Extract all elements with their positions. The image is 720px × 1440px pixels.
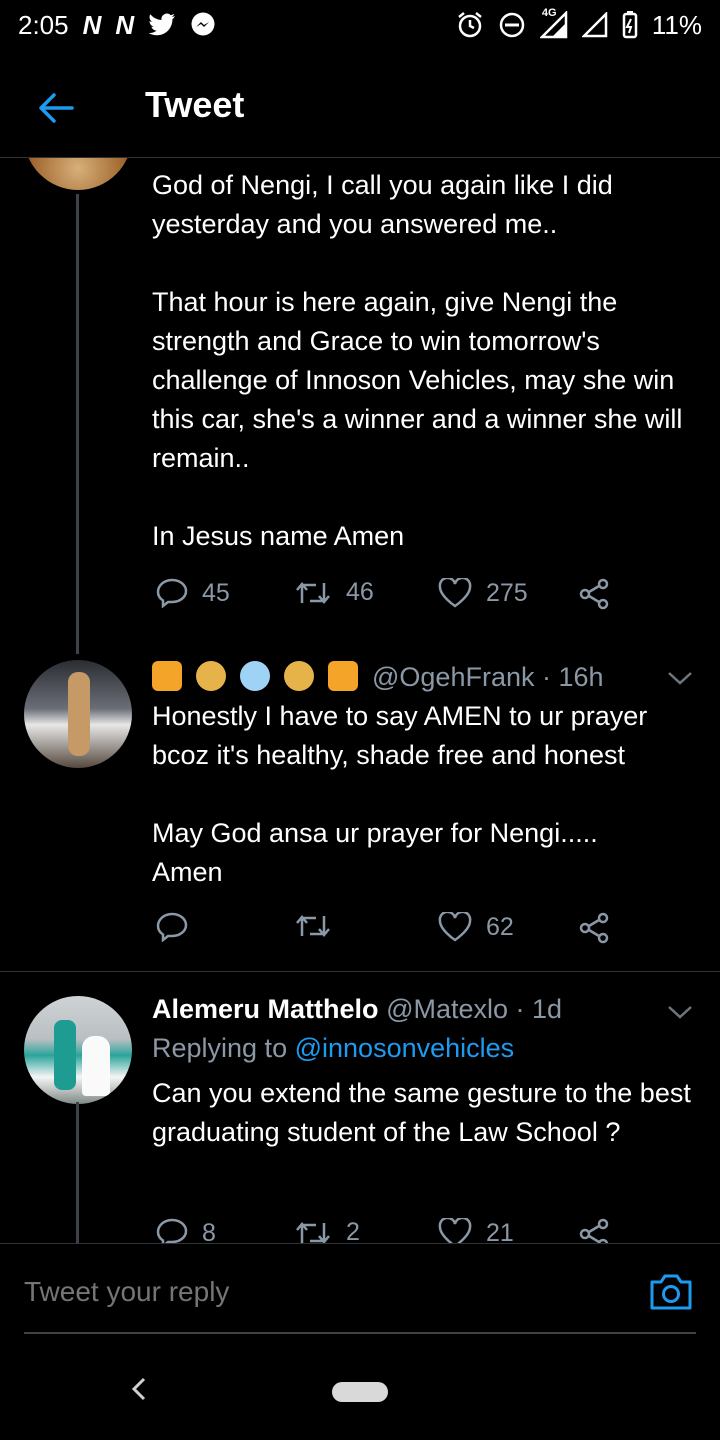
alarm-icon — [456, 11, 484, 39]
shield-emoji — [328, 661, 358, 691]
share-icon — [579, 1218, 609, 1243]
heart-icon — [438, 912, 472, 942]
tweet-meta: @OgehFrank · 16h — [152, 658, 697, 697]
share-icon — [579, 912, 609, 944]
back-button[interactable] — [34, 86, 78, 130]
like-button[interactable]: 275 — [438, 578, 528, 608]
tweet-meta: Alemeru Matthelo @Matexlo · 1d — [152, 994, 563, 1024]
tweet-thread[interactable]: God of Nengi, I call you again like I di… — [0, 158, 720, 1243]
snowflake-emoji — [240, 661, 270, 691]
thread-line — [76, 1102, 79, 1243]
reply-input[interactable] — [24, 1276, 584, 1308]
nav-back-icon[interactable] — [126, 1376, 152, 1402]
status-bar: 2:05 N N 4G 11% — [0, 0, 720, 50]
replying-to-label: Replying to — [152, 1033, 288, 1063]
like-count: 21 — [486, 1218, 514, 1244]
share-button[interactable] — [578, 912, 610, 944]
battery-icon — [622, 11, 638, 39]
share-icon — [579, 578, 609, 610]
money-bag-emoji — [196, 661, 226, 691]
arrow-left-icon — [39, 93, 74, 123]
home-pill-button[interactable] — [332, 1382, 388, 1402]
replying-to: Replying to @innosonvehicles — [152, 1029, 697, 1068]
thread-line — [76, 194, 79, 654]
messenger-icon — [190, 12, 216, 38]
reply-count: 8 — [202, 1218, 216, 1244]
like-count: 275 — [486, 578, 528, 607]
comment-icon — [156, 578, 188, 608]
retweet-count: 46 — [346, 578, 374, 606]
signal-4g-icon: 4G — [539, 7, 568, 39]
money-bag-emoji — [284, 661, 314, 691]
tweet-time: 16h — [558, 662, 604, 692]
signal-strength-icon — [581, 12, 608, 38]
tweet-time: 1d — [532, 994, 563, 1024]
retweet-button[interactable] — [294, 912, 346, 940]
chevron-down-icon[interactable] — [666, 668, 694, 688]
battery-level: 11% — [651, 9, 702, 40]
share-button[interactable] — [578, 578, 610, 610]
retweet-button[interactable]: 46 — [294, 578, 374, 607]
like-button[interactable]: 62 — [438, 912, 514, 942]
user-handle[interactable]: @OgehFrank — [372, 662, 534, 692]
retweet-icon — [296, 1221, 330, 1243]
clock: 2:05 — [18, 9, 69, 40]
reply-button[interactable]: 45 — [156, 578, 230, 608]
avatar[interactable] — [24, 996, 132, 1104]
retweet-button[interactable]: 2 — [294, 1218, 360, 1243]
notification-n-icon: N — [82, 9, 102, 40]
avatar[interactable] — [24, 660, 132, 768]
like-count: 62 — [486, 912, 514, 941]
do-not-disturb-icon — [498, 11, 526, 39]
retweet-icon — [296, 915, 330, 937]
comment-icon — [156, 1218, 188, 1243]
top-app-bar: Tweet — [0, 60, 720, 158]
reply-button[interactable] — [156, 912, 202, 942]
reply-button[interactable]: 8 — [156, 1218, 216, 1243]
twitter-bird-icon — [148, 13, 176, 37]
tweet-text: Honestly I have to say AMEN to ur prayer… — [152, 701, 648, 887]
user-handle[interactable]: @Matexlo — [386, 994, 508, 1024]
reply-count: 45 — [202, 578, 230, 607]
tweet-text: Can you extend the same gesture to the b… — [152, 1078, 699, 1147]
share-button[interactable] — [578, 1218, 610, 1243]
page-title: Tweet — [145, 84, 245, 125]
comment-icon — [156, 912, 188, 942]
like-button[interactable]: 21 — [438, 1218, 514, 1243]
tweet-item[interactable]: God of Nengi, I call you again like I di… — [0, 158, 720, 658]
user-name[interactable]: Alemeru Matthelo — [152, 994, 379, 1024]
avatar[interactable] — [24, 158, 132, 190]
tweet-text: God of Nengi, I call you again like I di… — [152, 170, 683, 551]
heart-icon — [438, 578, 472, 608]
chevron-down-icon[interactable] — [666, 1002, 694, 1022]
reply-composer — [0, 1243, 720, 1335]
reply-input-underline — [24, 1332, 696, 1334]
retweet-count: 2 — [346, 1218, 360, 1243]
heart-icon — [438, 1218, 472, 1243]
camera-icon[interactable] — [648, 1272, 694, 1312]
retweet-icon — [296, 581, 330, 604]
replying-to-link[interactable]: @innosonvehicles — [295, 1033, 515, 1063]
notification-n-icon: N — [115, 9, 135, 40]
shield-emoji — [152, 661, 182, 691]
network-type-label: 4G — [541, 7, 557, 19]
tweet-item[interactable]: @OgehFrank · 16h Honestly I have to say … — [0, 658, 720, 971]
tweet-item[interactable]: Alemeru Matthelo @Matexlo · 1d Replying … — [0, 972, 720, 1243]
